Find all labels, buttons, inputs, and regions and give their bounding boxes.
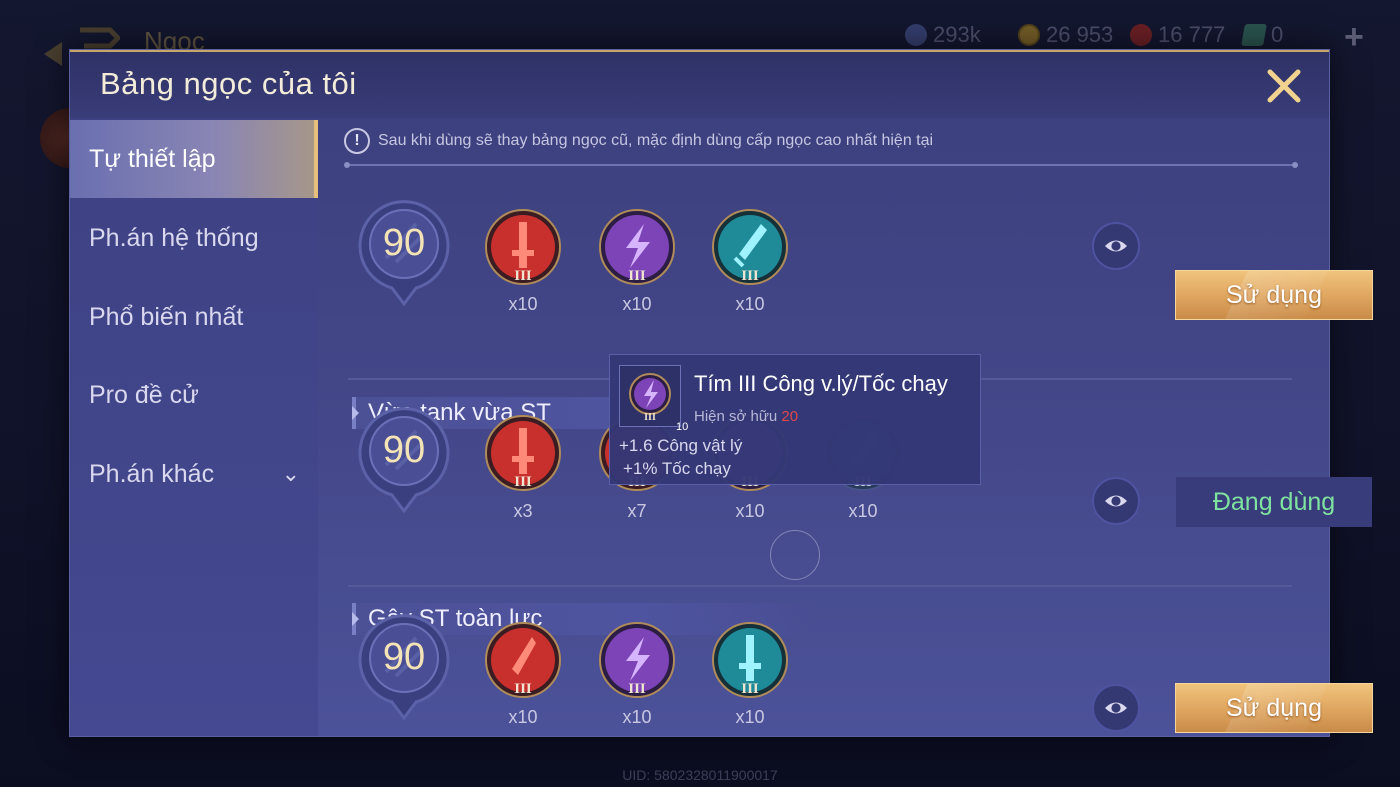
red-blade-gem-icon[interactable]: III (484, 621, 562, 699)
sidebar-item-pro[interactable]: Pro đề cử (70, 356, 318, 434)
touch-indicator (770, 530, 820, 580)
notice: ! Sau khi dùng sẽ thay bảng ngọc cũ, mặc… (344, 128, 933, 154)
preview-eye-icon[interactable] (1092, 222, 1140, 270)
tooltip-stat: +1.6 Công vật lý (619, 436, 743, 455)
sidebar-item-label: Ph.án hệ thống (89, 224, 259, 252)
sidebar: Tự thiết lập Ph.án hệ thống Phổ biến nhấ… (70, 118, 318, 736)
teal-blade-gem-icon[interactable]: III (711, 208, 789, 286)
red-sword-gem-icon[interactable]: III (484, 208, 562, 286)
svg-text:III: III (514, 474, 532, 490)
divider (344, 162, 1298, 168)
sidebar-item-other[interactable]: Ph.án khác ⌄ (70, 435, 318, 513)
teal-sword-gem-icon[interactable]: III (711, 621, 789, 699)
purple-lightning-gem-icon[interactable]: III (598, 621, 676, 699)
modal-header: Bảng ngọc của tôi (70, 50, 1329, 118)
svg-text:III: III (741, 268, 759, 284)
gem-count: x10 (735, 294, 765, 314)
tooltip-owned-label: Hiện sở hữu (694, 408, 778, 425)
level-number: 90 (382, 429, 426, 471)
gem-count: x10 (735, 501, 765, 521)
sidebar-item-popular[interactable]: Phổ biến nhất (70, 278, 318, 356)
use-button-label: Sử dụng (1226, 694, 1322, 722)
svg-text:III: III (741, 681, 759, 697)
sidebar-item-label: Pro đề cử (89, 381, 199, 409)
sidebar-item-label: Tự thiết lập (89, 145, 216, 173)
svg-text:III: III (628, 268, 646, 284)
tooltip-owned-value: 20 (781, 408, 799, 425)
tooltip-gem-name: Tím III Công v.lý/Tốc chạy (694, 371, 948, 396)
use-button[interactable]: Sử dụng (1175, 270, 1373, 320)
gem-count: x10 (622, 294, 652, 314)
gem-count: x10 (848, 501, 878, 521)
gem-count: x10 (508, 707, 538, 727)
tooltip-owned: Hiện sở hữu 20 (694, 408, 798, 425)
level-number: 90 (382, 222, 426, 264)
gem-count: x3 (513, 501, 533, 521)
sidebar-item-custom[interactable]: Tự thiết lập (70, 120, 318, 198)
purple-lightning-gem-icon: III (629, 373, 671, 423)
gem-count: x10 (735, 707, 765, 727)
exclamation-icon: ! (344, 128, 370, 154)
level-number: 90 (382, 636, 426, 678)
sidebar-item-system[interactable]: Ph.án hệ thống (70, 199, 318, 277)
preview-eye-icon[interactable] (1092, 477, 1140, 525)
gem-count: x10 (622, 707, 652, 727)
svg-text:III: III (644, 412, 656, 423)
use-button[interactable]: Sử dụng (1175, 683, 1373, 733)
gem-count: x7 (627, 501, 647, 521)
gem-tooltip: III 10 Tím III Công v.lý/Tốc chạy Hiện s… (609, 354, 981, 485)
sidebar-item-label: Ph.án khác (89, 460, 215, 488)
modal-title: Bảng ngọc của tôi (100, 66, 357, 101)
tooltip-stat: +1% Tốc chạy (623, 459, 731, 478)
preview-eye-icon[interactable] (1092, 684, 1140, 732)
tooltip-gem-thumbnail: III 10 (619, 365, 688, 433)
in-use-label: Đang dùng (1176, 477, 1372, 527)
divider (348, 585, 1292, 587)
svg-text:III: III (514, 681, 532, 697)
chevron-down-icon: ⌄ (281, 461, 300, 486)
tooltip-gem-level: 10 (676, 421, 689, 433)
svg-text:III: III (628, 681, 646, 697)
close-icon[interactable] (1264, 66, 1304, 106)
purple-lightning-gem-icon[interactable]: III (598, 208, 676, 286)
notice-text: Sau khi dùng sẽ thay bảng ngọc cũ, mặc đ… (378, 132, 934, 149)
use-button-label: Sử dụng (1226, 281, 1322, 309)
sidebar-item-label: Phổ biến nhất (89, 303, 244, 331)
svg-text:III: III (514, 268, 532, 284)
gem-count: x10 (508, 294, 538, 314)
red-sword-gem-icon[interactable]: III (484, 414, 562, 492)
